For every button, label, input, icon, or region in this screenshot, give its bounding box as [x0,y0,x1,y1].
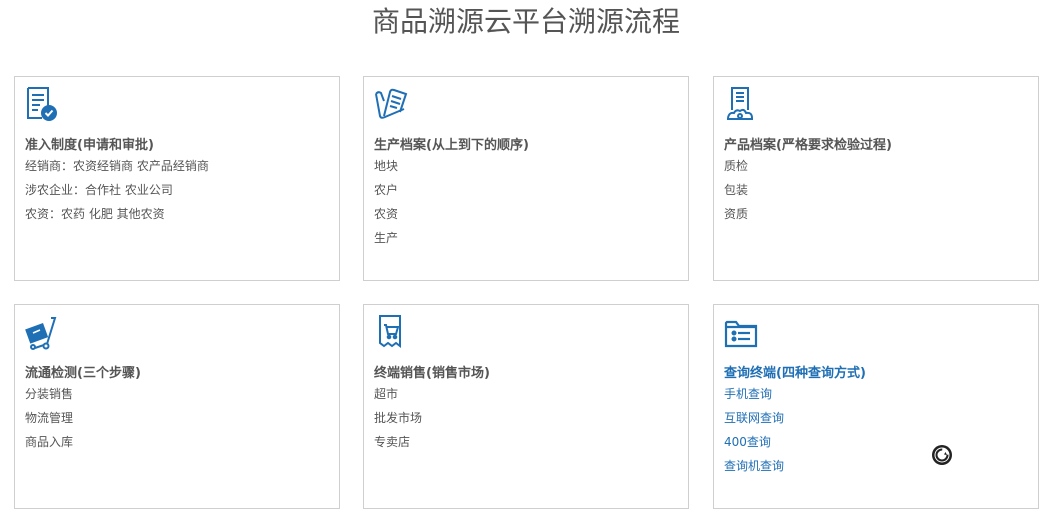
receipt-cart-icon [374,314,408,350]
card-access-system[interactable]: 准入制度(申请和审批) 经销商：农资经销商 农产品经销商 涉农企业：合作社 农业… [14,76,340,281]
list-item: 农资 [374,207,399,221]
list-item: 分装销售 [25,387,74,401]
paper-scroll-icon [374,86,408,122]
card-title: 查询终端(四种查询方式) [724,366,866,381]
card-item-list: 经销商：农资经销商 农产品经销商 涉农企业：合作社 农业公司 农资：农药 化肥 … [25,158,209,230]
card-title: 流通检测(三个步骤) [25,366,141,381]
document-check-icon [25,86,59,122]
card-title: 准入制度(申请和审批) [25,138,154,153]
list-item: 涉农企业：合作社 农业公司 [25,183,173,197]
card-production-archive[interactable]: 生产档案(从上到下的顺序) 地块 农户 农资 生产 [363,76,689,281]
list-item: 400查询 [724,435,771,449]
card-item-list: 地块 农户 农资 生产 [374,158,398,254]
list-item: 地块 [374,159,399,173]
list-item: 专卖店 [374,435,411,449]
list-item: 农资：农药 化肥 其他农资 [25,207,165,221]
list-item: 生产 [374,231,399,245]
document-gear-icon [724,86,758,122]
list-item: 查询机查询 [724,459,785,473]
page-title: 商品溯源云平台溯源流程 [371,5,680,38]
card-title: 终端销售(销售市场) [374,366,490,381]
list-item: 批发市场 [374,411,423,425]
list-item: 质检 [724,159,749,173]
card-item-list: 分装销售 物流管理 商品入库 [25,386,73,458]
card-item-list: 超市 批发市场 专卖店 [374,386,422,458]
list-item: 超市 [374,387,399,401]
card-item-list: 质检 包装 资质 [724,158,748,230]
hand-truck-icon [25,314,59,350]
list-item: 商品入库 [25,435,74,449]
card-product-archive[interactable]: 产品档案(严格要求检验过程) 质检 包装 资质 [713,76,1039,281]
list-item: 互联网查询 [724,411,785,425]
list-item: 物流管理 [25,411,74,425]
list-item: 资质 [724,207,749,221]
folder-list-icon [724,314,758,350]
card-terminal-sales[interactable]: 终端销售(销售市场) 超市 批发市场 专卖店 [363,304,689,509]
list-item: 手机查询 [724,387,773,401]
card-title: 生产档案(从上到下的顺序) [374,138,529,153]
card-query-terminal[interactable]: 查询终端(四种查询方式) 手机查询 互联网查询 400查询 查询机查询 [713,304,1039,509]
list-item: 包装 [724,183,749,197]
list-item: 经销商：农资经销商 农产品经销商 [25,159,209,173]
cursor-icon [931,444,953,466]
card-circulation-check[interactable]: 流通检测(三个步骤) 分装销售 物流管理 商品入库 [14,304,340,509]
list-item: 农户 [374,183,399,197]
card-item-list: 手机查询 互联网查询 400查询 查询机查询 [724,386,784,482]
card-title: 产品档案(严格要求检验过程) [724,138,892,153]
